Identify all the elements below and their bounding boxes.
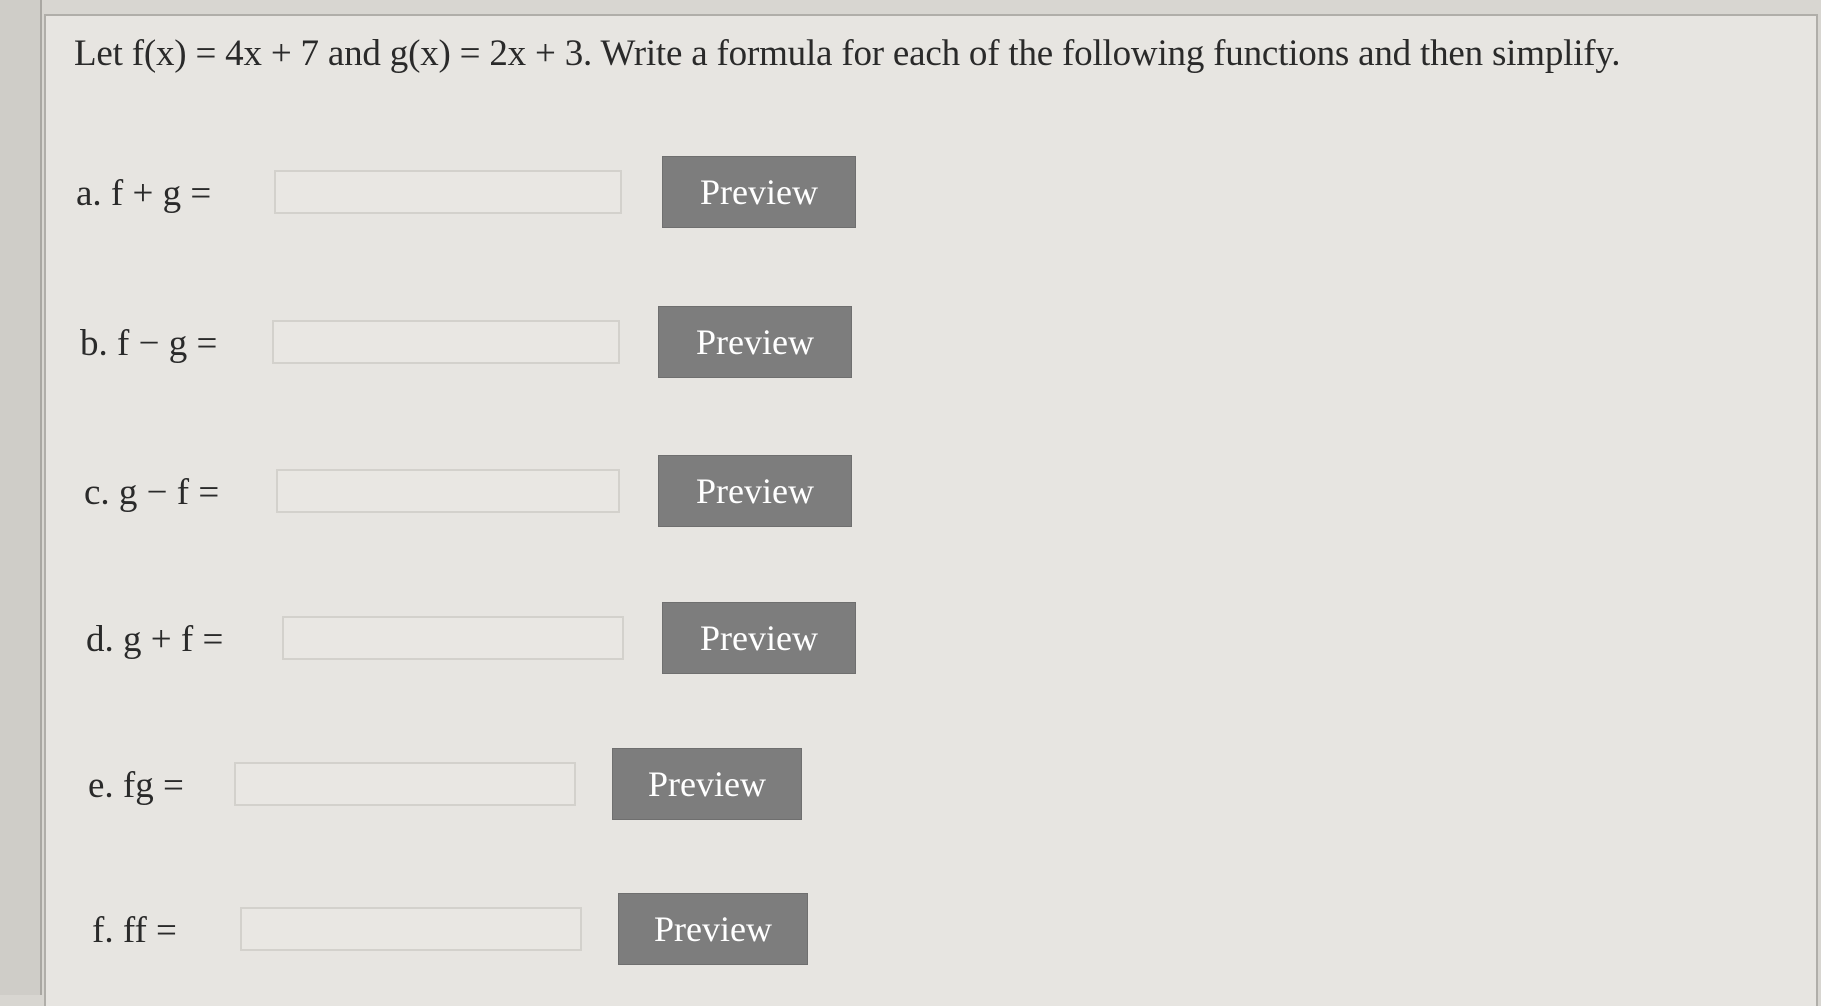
preview-button-d[interactable]: Preview bbox=[662, 602, 856, 674]
answer-label-e: e. fg = bbox=[88, 765, 184, 806]
answer-label-b: b. f − g = bbox=[80, 323, 218, 364]
preview-button-e[interactable]: Preview bbox=[612, 748, 802, 820]
answer-row-e: e. fg = Preview bbox=[46, 748, 946, 828]
page-left-margin bbox=[0, 0, 42, 995]
answer-input-d[interactable] bbox=[282, 616, 624, 660]
answer-label-d: d. g + f = bbox=[86, 619, 224, 660]
answer-input-e[interactable] bbox=[234, 762, 576, 806]
answer-input-c[interactable] bbox=[276, 469, 620, 513]
preview-button-b[interactable]: Preview bbox=[658, 306, 852, 378]
answer-input-a[interactable] bbox=[274, 170, 622, 214]
answer-row-f: f. ff = Preview bbox=[46, 893, 946, 973]
answer-input-f[interactable] bbox=[240, 907, 582, 951]
answer-label-c: c. g − f = bbox=[84, 472, 220, 513]
preview-button-f[interactable]: Preview bbox=[618, 893, 808, 965]
answer-label-f: f. ff = bbox=[92, 910, 177, 951]
answer-row-b: b. f − g = Preview bbox=[46, 306, 946, 386]
problem-panel: Let f(x) = 4x + 7 and g(x) = 2x + 3. Wri… bbox=[44, 14, 1818, 1006]
preview-button-a[interactable]: Preview bbox=[662, 156, 856, 228]
answer-input-b[interactable] bbox=[272, 320, 620, 364]
answer-label-a: a. f + g = bbox=[76, 173, 212, 214]
problem-statement: Let f(x) = 4x + 7 and g(x) = 2x + 3. Wri… bbox=[74, 33, 1621, 74]
answer-row-d: d. g + f = Preview bbox=[46, 602, 946, 682]
preview-button-c[interactable]: Preview bbox=[658, 455, 852, 527]
answer-row-a: a. f + g = Preview bbox=[46, 156, 946, 236]
answer-row-c: c. g − f = Preview bbox=[46, 455, 946, 535]
